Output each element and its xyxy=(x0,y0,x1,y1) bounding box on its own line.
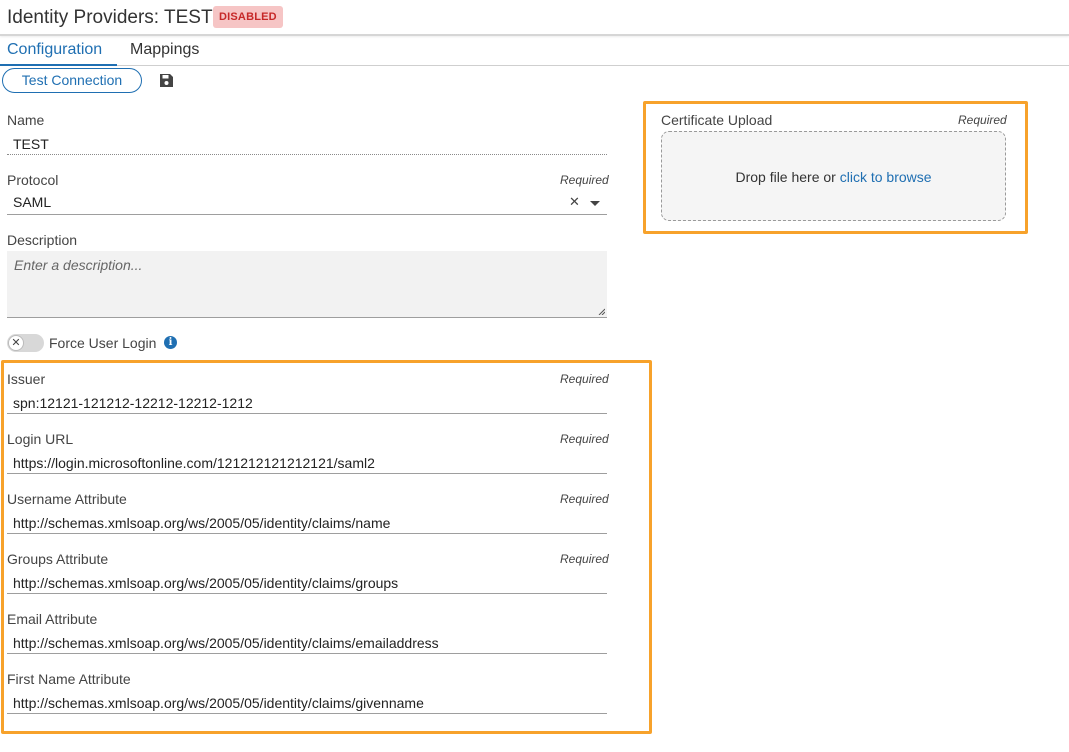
description-label: Description xyxy=(7,232,78,248)
save-icon[interactable] xyxy=(159,73,174,88)
protocol-label: Protocol xyxy=(7,172,59,188)
certificate-label: Certificate Upload xyxy=(661,112,773,128)
username-attribute-label: Username Attribute xyxy=(7,491,127,507)
tab-configuration[interactable]: Configuration xyxy=(0,41,117,66)
username-attribute-required: Required xyxy=(560,492,609,506)
issuer-input[interactable]: spn:12121-121212-12212-12212-1212 xyxy=(13,395,253,411)
protocol-required: Required xyxy=(560,173,609,187)
resize-grip-icon[interactable] xyxy=(598,308,605,315)
name-underline xyxy=(7,154,607,155)
certificate-dropzone[interactable]: Drop file here or click to browse xyxy=(661,131,1006,221)
tab-bar: Configuration Mappings xyxy=(0,38,1069,66)
groups-attribute-required: Required xyxy=(560,552,609,566)
email-attribute-label: Email Attribute xyxy=(7,611,98,627)
groups-attribute-label: Groups Attribute xyxy=(7,551,109,567)
tab-mappings[interactable]: Mappings xyxy=(130,41,199,66)
protocol-underline xyxy=(7,214,607,215)
info-icon[interactable]: i xyxy=(164,336,177,349)
protocol-select[interactable]: SAML xyxy=(13,194,51,210)
username-attribute-input[interactable]: http://schemas.xmlsoap.org/ws/2005/05/id… xyxy=(13,515,390,531)
page-title: Identity Providers: TEST xyxy=(7,7,213,28)
first-name-attribute-label: First Name Attribute xyxy=(7,671,131,687)
groups-attribute-underline xyxy=(7,593,607,594)
status-badge: DISABLED xyxy=(213,6,283,28)
name-input[interactable]: TEST xyxy=(13,136,49,152)
login-url-input[interactable]: https://login.microsoftonline.com/121212… xyxy=(13,455,375,471)
first-name-attribute-underline xyxy=(7,713,607,714)
issuer-underline xyxy=(7,413,607,414)
issuer-label: Issuer xyxy=(7,371,46,387)
certificate-required: Required xyxy=(958,113,1007,127)
name-label: Name xyxy=(7,112,45,128)
dropzone-text: Drop file here or click to browse xyxy=(662,169,1005,185)
login-url-required: Required xyxy=(560,432,609,446)
username-attribute-underline xyxy=(7,533,607,534)
groups-attribute-input[interactable]: http://schemas.xmlsoap.org/ws/2005/05/id… xyxy=(13,575,398,591)
force-user-login-label: Force User Login xyxy=(49,335,157,351)
force-user-login-toggle[interactable]: ✕ xyxy=(7,334,44,352)
toggle-off-icon: ✕ xyxy=(8,335,24,351)
clear-icon[interactable]: ✕ xyxy=(569,194,580,210)
browse-link[interactable]: click to browse xyxy=(840,169,932,185)
issuer-required: Required xyxy=(560,372,609,386)
dropzone-instruction: Drop file here or xyxy=(735,169,840,185)
login-url-underline xyxy=(7,473,607,474)
description-textarea[interactable]: Enter a description... xyxy=(7,251,607,318)
description-placeholder: Enter a description... xyxy=(14,257,143,273)
login-url-label: Login URL xyxy=(7,431,74,447)
test-connection-button[interactable]: Test Connection xyxy=(2,68,142,93)
page-header: Identity Providers: TEST DISABLED xyxy=(0,0,1069,36)
first-name-attribute-input[interactable]: http://schemas.xmlsoap.org/ws/2005/05/id… xyxy=(13,695,424,711)
email-attribute-underline xyxy=(7,653,607,654)
email-attribute-input[interactable]: http://schemas.xmlsoap.org/ws/2005/05/id… xyxy=(13,635,439,651)
chevron-down-icon[interactable] xyxy=(590,201,600,206)
